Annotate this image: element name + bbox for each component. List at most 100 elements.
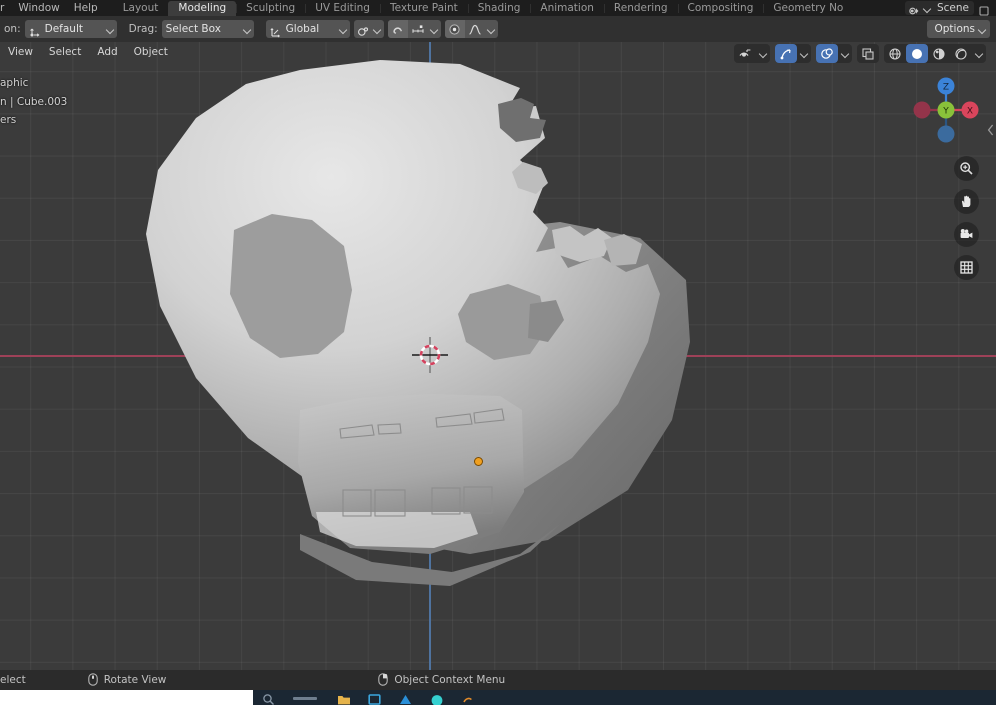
transform-orientation-dropdown[interactable]: Global bbox=[265, 20, 350, 38]
shading-material-button[interactable] bbox=[928, 44, 950, 63]
viewport-info-overlay: aphic n | Cube.003 ers bbox=[0, 74, 67, 130]
active-tool-dropdown[interactable]: Default bbox=[24, 20, 117, 38]
tab-uv-editing[interactable]: UV Editing bbox=[305, 1, 380, 16]
chevron-left-icon bbox=[987, 124, 994, 136]
shading-rendered-button[interactable] bbox=[950, 44, 972, 63]
scene-field[interactable]: Scene bbox=[904, 1, 974, 15]
viewport-menu-object[interactable]: Object bbox=[126, 44, 176, 60]
hand-icon bbox=[961, 195, 971, 207]
options-dropdown[interactable]: Options bbox=[927, 20, 990, 38]
tab-shading[interactable]: Shading bbox=[467, 1, 531, 16]
proportional-edit-icon bbox=[449, 23, 460, 35]
falloff-type-button[interactable] bbox=[465, 20, 485, 38]
tab-animation[interactable]: Animation bbox=[530, 1, 604, 16]
workspace-tabs: Layout Modeling Sculpting UV Editing Tex… bbox=[113, 0, 854, 16]
viewport-menu-view[interactable]: View bbox=[0, 44, 41, 60]
menu-blender-truncated[interactable]: r bbox=[0, 0, 11, 16]
camera-view-button[interactable] bbox=[954, 222, 979, 247]
visibility-chevron[interactable] bbox=[756, 44, 770, 63]
shading-chevron[interactable] bbox=[972, 44, 986, 63]
chevron-down-icon bbox=[430, 25, 439, 34]
transform-label: on: bbox=[4, 23, 21, 35]
object-origin-dot[interactable] bbox=[474, 457, 483, 466]
taskbar-drive-icon[interactable] bbox=[399, 691, 412, 704]
viewport-menu-select[interactable]: Select bbox=[41, 44, 89, 60]
camera-icon bbox=[960, 229, 973, 238]
show-gizmo-button[interactable] bbox=[775, 44, 797, 63]
menu-help[interactable]: Help bbox=[67, 0, 105, 16]
drag-action-dropdown[interactable]: Select Box bbox=[161, 20, 254, 38]
viewport-info-line1: aphic bbox=[0, 77, 29, 89]
shading-material-icon bbox=[933, 47, 945, 60]
tab-compositing[interactable]: Compositing bbox=[677, 1, 764, 16]
scene-selector: Scene bbox=[904, 0, 990, 16]
scene-chevron-icon bbox=[923, 4, 932, 13]
gizmo-axis-y-label: Y bbox=[942, 107, 949, 117]
gizmo-chevron[interactable] bbox=[797, 44, 811, 63]
active-tool-value: Default bbox=[44, 23, 83, 35]
snap-target-button[interactable] bbox=[408, 20, 428, 38]
tab-rendering[interactable]: Rendering bbox=[603, 1, 678, 16]
drag-action-value: Select Box bbox=[165, 23, 221, 35]
proportional-edit-button[interactable] bbox=[444, 20, 465, 38]
zoom-view-button[interactable] bbox=[954, 156, 979, 181]
taskbar-browser-icon[interactable] bbox=[430, 691, 443, 705]
pivot-point-icon bbox=[357, 23, 369, 36]
viewport-header: on: Default Drag: Select Box Global Opti… bbox=[0, 16, 996, 42]
show-overlays-icon bbox=[821, 47, 833, 59]
snapping-group bbox=[387, 20, 441, 38]
tab-layout[interactable]: Layout bbox=[113, 1, 169, 16]
transform-orientation-value: Global bbox=[285, 23, 320, 35]
shading-solid-button[interactable] bbox=[906, 44, 928, 63]
tweak-tool-icon bbox=[29, 23, 41, 37]
tab-geometry-nodes[interactable]: Geometry No bbox=[763, 1, 853, 16]
3d-cursor[interactable] bbox=[410, 335, 450, 375]
status-item-rotate-view: Rotate View bbox=[87, 671, 167, 690]
tab-texture-paint[interactable]: Texture Paint bbox=[379, 1, 468, 16]
skull-mesh[interactable] bbox=[0, 42, 996, 670]
chevron-down-icon bbox=[339, 25, 348, 34]
tab-sculpting[interactable]: Sculpting bbox=[236, 1, 305, 16]
falloff-chevron[interactable] bbox=[485, 20, 498, 38]
top-menu-bar: r Window Help Layout Modeling Sculpting … bbox=[0, 0, 996, 16]
status-item-select: elect bbox=[0, 674, 26, 686]
object-visibility-button[interactable] bbox=[734, 44, 756, 63]
xray-group bbox=[857, 44, 879, 63]
chevron-down-icon bbox=[243, 25, 252, 34]
viewport-menu-add[interactable]: Add bbox=[89, 44, 125, 60]
sidebar-expand-arrow[interactable] bbox=[986, 118, 996, 142]
new-scene-icon[interactable] bbox=[978, 2, 990, 16]
taskbar-open-window-panel[interactable] bbox=[0, 690, 253, 705]
chevron-down-icon bbox=[800, 49, 809, 58]
pan-view-button[interactable] bbox=[954, 189, 979, 214]
shading-wireframe-button[interactable] bbox=[884, 44, 906, 63]
taskbar-window-icon[interactable] bbox=[368, 691, 381, 705]
magnet-toggle-button[interactable] bbox=[387, 20, 408, 38]
show-overlays-button[interactable] bbox=[816, 44, 838, 63]
viewport-overlay-toggles bbox=[734, 44, 986, 63]
3d-viewport[interactable]: View Select Add Object aphic n | Cube.00… bbox=[0, 42, 996, 670]
snap-options-chevron[interactable] bbox=[428, 20, 441, 38]
menu-window[interactable]: Window bbox=[11, 0, 66, 16]
taskbar-search-icon[interactable] bbox=[262, 691, 275, 705]
status-label-object-context-menu: Object Context Menu bbox=[394, 674, 506, 686]
chevron-down-icon bbox=[975, 49, 984, 58]
pivot-point-dropdown[interactable] bbox=[353, 20, 384, 38]
chevron-down-icon bbox=[759, 49, 768, 58]
viewport-info-line2: n | Cube.003 bbox=[0, 95, 68, 108]
gizmo-axis-z-label: Z bbox=[943, 83, 949, 93]
overlays-chevron[interactable] bbox=[838, 44, 852, 63]
overlays-group bbox=[816, 44, 852, 63]
zoom-icon bbox=[960, 162, 973, 175]
taskbar-folder-icon[interactable] bbox=[337, 691, 350, 705]
toggle-xray-button[interactable] bbox=[857, 44, 879, 63]
viewport-editor-menus: View Select Add Object bbox=[0, 44, 176, 60]
taskbar-blender-icon[interactable] bbox=[461, 691, 474, 704]
shading-wireframe-icon bbox=[889, 47, 901, 60]
mouse-right-icon bbox=[378, 671, 389, 690]
tab-modeling[interactable]: Modeling bbox=[168, 1, 237, 16]
taskbar-icons bbox=[262, 690, 996, 705]
status-label-rotate-view: Rotate View bbox=[103, 674, 167, 686]
navigation-gizmo[interactable]: Z X Y bbox=[908, 72, 984, 148]
toggle-orthographic-button[interactable] bbox=[954, 255, 979, 280]
